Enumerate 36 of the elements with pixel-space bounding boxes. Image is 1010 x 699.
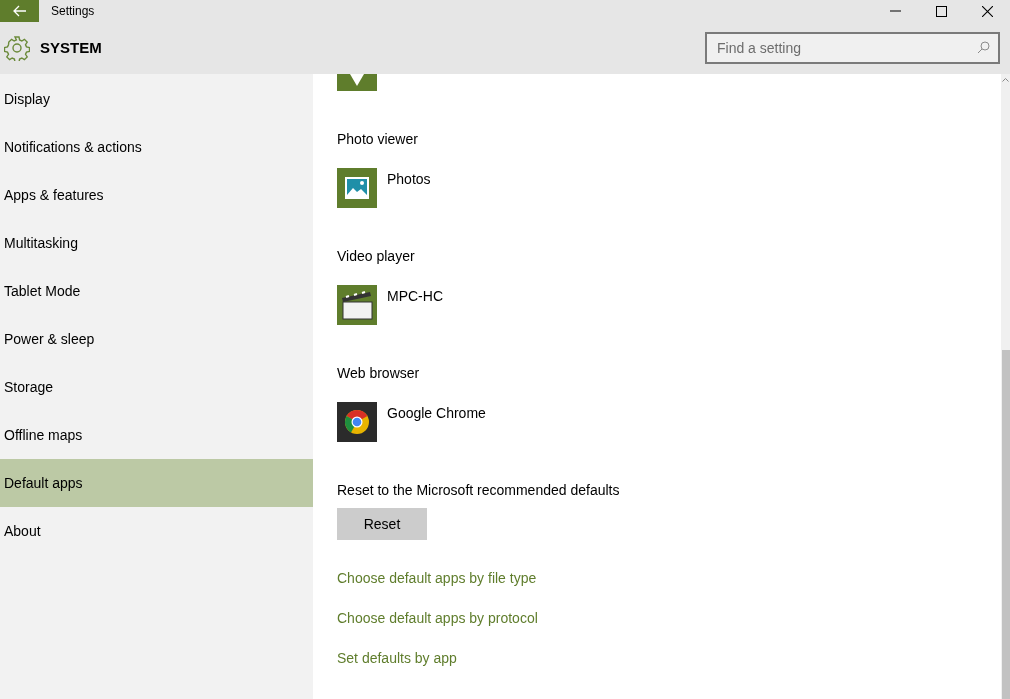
maximize-icon xyxy=(935,5,947,17)
category-label: Web browser xyxy=(337,364,421,383)
chrome-logo-icon xyxy=(337,402,377,442)
sidebar-item[interactable]: Notifications & actions xyxy=(0,123,313,171)
scrollbar-thumb[interactable] xyxy=(1002,350,1010,699)
sidebar-item[interactable]: Multitasking xyxy=(0,219,313,267)
photo-icon xyxy=(337,168,377,208)
sidebar-item[interactable]: Storage xyxy=(0,363,313,411)
window-title: Settings xyxy=(51,3,95,20)
sidebar-item[interactable]: Power & sleep xyxy=(0,315,313,363)
clapperboard-icon xyxy=(337,285,377,325)
scroll-up-icon xyxy=(1002,78,1009,82)
back-button[interactable] xyxy=(0,0,39,22)
search-field[interactable]: Find a setting xyxy=(705,32,1000,64)
category-label: Photo viewer xyxy=(337,130,419,149)
default-app-button[interactable]: MPC-HC xyxy=(337,285,443,325)
sidebar-item[interactable]: Tablet Mode xyxy=(0,267,313,315)
default-app-button[interactable]: Google Chrome xyxy=(337,402,486,442)
settings-icon xyxy=(4,35,30,61)
sidebar-item[interactable]: About xyxy=(0,507,313,555)
close-icon xyxy=(981,5,993,17)
minimize-icon xyxy=(889,10,901,12)
search-icon xyxy=(977,41,990,54)
sidebar-item[interactable]: Display xyxy=(0,75,313,123)
sidebar-item[interactable]: Apps & features xyxy=(0,171,313,219)
back-arrow-icon xyxy=(12,5,27,17)
sidebar-item[interactable]: Offline maps xyxy=(0,411,313,459)
link[interactable]: Choose default apps by file type xyxy=(337,568,537,588)
link[interactable]: Choose default apps by protocol xyxy=(337,608,538,628)
page-title: SYSTEM xyxy=(40,37,102,58)
reset-button[interactable]: Reset xyxy=(337,508,427,540)
sidebar-item[interactable]: Default apps xyxy=(0,459,313,507)
default-app-button[interactable]: Photos xyxy=(337,168,431,208)
reset-label: Reset to the Microsoft recommended defaults xyxy=(337,481,621,500)
category-label: Video player xyxy=(337,247,416,266)
link[interactable]: Set defaults by app xyxy=(337,648,457,668)
